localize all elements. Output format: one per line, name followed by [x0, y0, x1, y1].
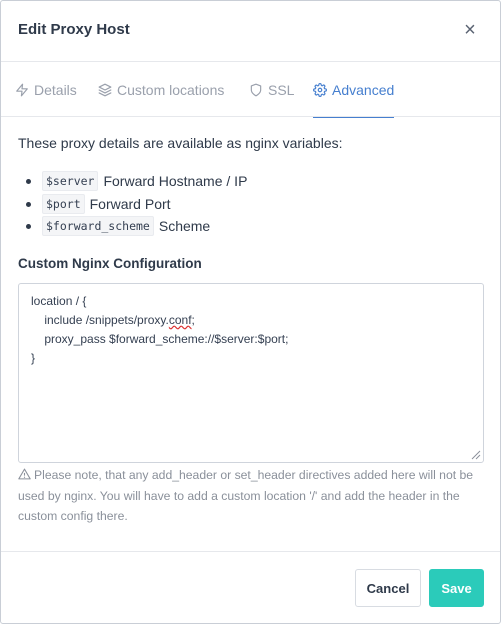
variables-list: $server Forward Hostname / IP $port Forw…	[25, 170, 248, 238]
config-line: proxy_pass $forward_scheme://$server:$po…	[31, 332, 289, 346]
variable-desc: Forward Hostname / IP	[103, 173, 248, 190]
config-line: location / {	[31, 294, 87, 308]
resize-handle-icon[interactable]	[469, 448, 481, 460]
shield-icon	[250, 83, 262, 96]
variable-desc: Scheme	[158, 218, 211, 235]
modal-footer: Cancel Save	[1, 551, 500, 623]
config-line: }	[31, 351, 36, 365]
nginx-config-editor[interactable]: location / { include /snippets/proxy.con…	[18, 283, 484, 463]
variables-intro: These proxy details are available as ngi…	[18, 135, 343, 151]
variable-code: $forward_scheme	[42, 216, 154, 237]
modal-header: Edit Proxy Host ×	[1, 1, 500, 62]
tab-custom-locations-label: Custom locations	[117, 81, 225, 98]
custom-config-label: Custom Nginx Configuration	[18, 256, 202, 271]
edit-proxy-host-modal: Edit Proxy Host × Details Custom locatio…	[0, 0, 501, 624]
close-icon[interactable]: ×	[460, 20, 480, 40]
list-item: $port Forward Port	[25, 193, 247, 216]
tab-details[interactable]: Details	[15, 62, 77, 117]
tab-details-label: Details	[34, 81, 77, 98]
layers-icon	[98, 83, 112, 96]
tab-custom-locations[interactable]: Custom locations	[98, 62, 224, 117]
variable-desc: Forward Port	[89, 195, 171, 212]
spellcheck-word: conf	[168, 313, 192, 327]
tab-advanced-label: Advanced	[332, 81, 395, 98]
zap-icon	[16, 83, 28, 96]
variable-code: $port	[42, 193, 85, 214]
config-line: include /snippets/proxy.conf;	[31, 313, 195, 327]
tab-advanced[interactable]: Advanced	[313, 62, 395, 118]
note-text: Please note, that any add_header or set_…	[18, 468, 474, 523]
tab-ssl[interactable]: SSL	[249, 62, 294, 117]
list-item: $forward_scheme Scheme	[25, 215, 247, 238]
tab-ssl-label: SSL	[268, 81, 295, 98]
tab-bar: Details Custom locations SSL Advanced	[1, 62, 500, 118]
cancel-button[interactable]: Cancel	[355, 569, 421, 607]
warning-icon	[18, 468, 31, 480]
header-directive-note: Please note, that any add_header or set_…	[18, 465, 478, 527]
variable-code: $server	[42, 171, 99, 192]
settings-icon	[313, 82, 327, 97]
modal-title: Edit Proxy Host	[18, 21, 130, 38]
list-item: $server Forward Hostname / IP	[25, 170, 248, 193]
save-button[interactable]: Save	[429, 569, 484, 607]
